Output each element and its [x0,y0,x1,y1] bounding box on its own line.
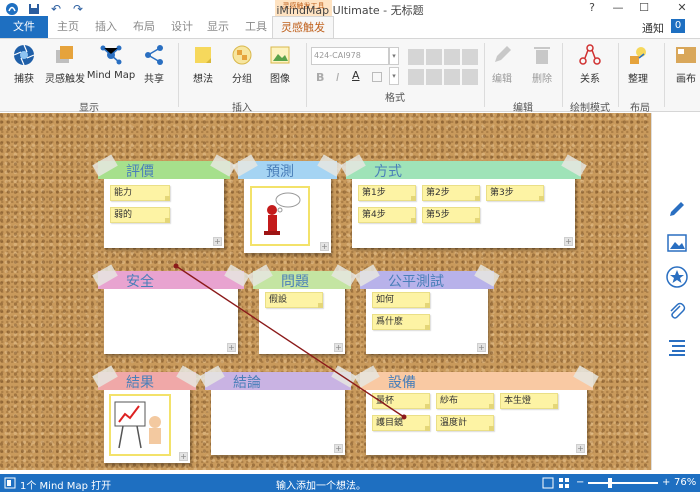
list-icon[interactable] [665,335,689,359]
tab-file[interactable]: 文件 [0,16,48,38]
organize-label: 整理 [628,74,648,85]
edit-label: 编辑 [492,74,512,85]
status-bar: 1个 Mind Map 打开 输入添加一个想法。 − + 76% [0,474,700,492]
group-label: 分组 [232,74,252,85]
capture-label: 捕获 [14,74,34,85]
draw-mode-group-label: 绘制模式 [570,103,610,114]
relation-icon [578,43,602,67]
canvas-icon [674,43,698,67]
tab-home[interactable]: 主页 [54,16,82,38]
image-label: 图像 [270,74,290,85]
tab-view[interactable]: 显示 [204,16,232,38]
edit-button[interactable]: 编辑 [488,43,516,85]
image-button[interactable]: 图像 [266,43,294,85]
style-swatch[interactable] [462,49,478,65]
zoom-slider[interactable] [588,478,658,488]
capture-button[interactable]: 捕获 [10,43,38,85]
share-icon [142,43,166,67]
ribbon-tabs: 文件 主页 插入 布局 设计 显示 工具 灵感触发 通知 0 [0,16,700,38]
mindmap-icon [99,43,123,67]
tab-layout[interactable]: 布局 [130,16,158,38]
style-swatch[interactable] [426,69,442,85]
brainstorm-button[interactable]: 灵感触发 [44,43,86,85]
paperclip-icon[interactable] [665,299,689,323]
status-hint: 输入添加一个想法。 [276,481,366,492]
style-swatch[interactable] [408,49,424,65]
sticky-note-icon [191,43,215,67]
maximize-button[interactable]: ☐ [632,0,656,16]
relation-button[interactable]: 关系 [576,43,604,85]
zoom-level: 76% [674,477,697,488]
mindmap-label: Mind Map [86,70,136,81]
canvas-button[interactable]: 画布 [674,43,698,85]
close-button[interactable]: ✕ [670,0,694,16]
image-icon[interactable] [665,231,689,255]
zoom-slider-handle[interactable] [608,478,612,488]
insert-group-label: 插入 [232,103,252,114]
ribbon-separator [484,43,485,107]
image-icon [268,43,292,67]
style-swatch[interactable] [426,49,442,65]
style-swatch[interactable] [408,69,424,85]
group-button[interactable]: 分组 [228,43,256,85]
style-swatch[interactable] [444,69,460,85]
sticky-notes-icon [53,43,77,67]
help-button[interactable]: ? [580,0,604,16]
notification-count-badge[interactable]: 0 [671,19,685,33]
tab-brainstorm[interactable]: 灵感触发 [272,16,334,38]
zoom-in-button[interactable]: + [662,477,670,488]
pencil-icon [490,43,514,67]
ribbon-separator [618,43,619,107]
display-group-label: 显示 [79,103,99,114]
edit-group-label: 编辑 [513,103,533,114]
layout-group-label: 布局 [630,103,650,114]
organize-button[interactable]: 整理 [624,43,652,85]
ribbon-separator [664,43,665,107]
style-swatch[interactable] [444,49,460,65]
font-dropdown-icon[interactable]: ▾ [389,47,399,65]
fit-view-icon[interactable] [542,477,554,489]
share-label: 共享 [144,74,164,85]
brainstorm-label: 灵感触发 [45,74,85,85]
tab-insert[interactable]: 插入 [92,16,120,38]
grid-view-icon[interactable] [558,477,570,489]
pen-icon[interactable] [665,197,689,221]
font-color-button[interactable]: A [352,69,360,82]
canvas-label: 画布 [676,74,696,85]
format-group-label: 格式 [385,93,405,104]
group-icon [230,43,254,67]
delete-label: 删除 [532,74,552,85]
idea-button[interactable]: 想法 [189,43,217,85]
idea-label: 想法 [193,74,213,85]
size-dropdown-icon[interactable]: ▾ [389,67,399,85]
ribbon-separator [562,43,563,107]
bold-button[interactable]: B [316,71,324,84]
corkboard-canvas[interactable]: 評價 能力 弱的 + 預測 + 方式 第1步 第2步 第3步 第4步 第5步 + [0,113,651,470]
relation-label: 关系 [580,74,600,85]
share-button[interactable]: 共享 [140,43,168,85]
zoom-out-button[interactable]: − [576,477,584,488]
trash-icon [530,43,554,67]
tab-tools[interactable]: 工具 [242,16,270,38]
relationship-line[interactable] [0,113,651,470]
star-icon[interactable] [665,265,689,289]
mindmap-button[interactable]: Mind Map [86,43,136,81]
ribbon-separator [178,43,179,107]
fill-color-icon[interactable] [372,72,382,82]
font-select[interactable]: 424-CAI978 [311,47,389,65]
style-swatch[interactable] [462,69,478,85]
delete-button[interactable]: 删除 [528,43,556,85]
minimize-button[interactable]: — [606,0,630,16]
status-open-count: 1个 Mind Map 打开 [20,481,112,492]
camera-aperture-icon [12,43,36,67]
tab-design[interactable]: 设计 [168,16,196,38]
document-icon [4,477,16,489]
ribbon: 捕获 灵感触发 Mind Map 共享 显示 想法 分组 图像 插入 424-C… [0,38,700,114]
italic-button[interactable]: I [336,71,339,84]
organize-icon [626,43,650,67]
right-tool-panel [651,113,700,470]
notifications-label[interactable]: 通知 [642,20,664,36]
